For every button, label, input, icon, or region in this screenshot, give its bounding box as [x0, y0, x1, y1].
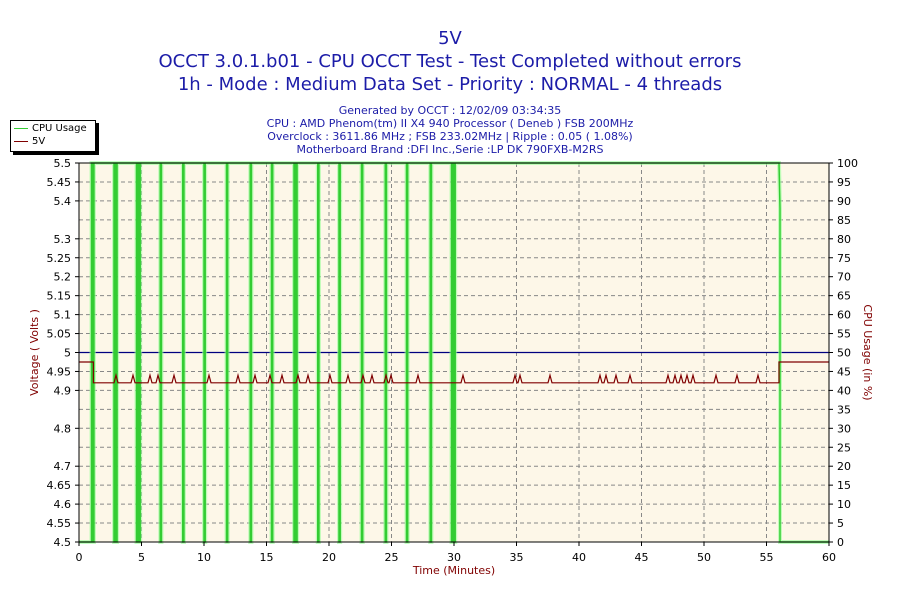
legend-swatch: [14, 141, 28, 142]
y2-tick-label: 65: [837, 290, 851, 303]
x-axis-label: Time (Minutes): [412, 564, 495, 577]
y2-tick-label: 100: [837, 157, 858, 170]
y2-tick-label: 10: [837, 498, 851, 511]
y-tick-label: 5.3: [54, 233, 72, 246]
y-axis-label: Voltage ( Volts ): [28, 309, 41, 396]
y2-tick-label: 80: [837, 233, 851, 246]
y2-tick-label: 50: [837, 347, 851, 360]
y-tick-label: 4.9: [54, 384, 72, 397]
y2-tick-label: 0: [837, 536, 844, 549]
x-tick-label: 15: [260, 551, 274, 564]
x-tick-label: 0: [76, 551, 83, 564]
x-tick-label: 20: [322, 551, 336, 564]
x-tick-label: 60: [822, 551, 836, 564]
y-tick-label: 4.7: [54, 460, 72, 473]
x-tick-label: 40: [572, 551, 586, 564]
y2-tick-label: 30: [837, 422, 851, 435]
chart-svg: 5.5 5.45 5.4 5.3 5.25 5.2 5.15 5.1 5.05 5 4.95 4.9 4…: [28, 157, 874, 577]
y2-tick-label: 5: [837, 517, 844, 530]
y2-tick-label: 15: [837, 479, 851, 492]
legend-swatch: [14, 128, 28, 129]
y-tick-label: 4.5: [54, 536, 72, 549]
y-tick-label: 5.4: [54, 195, 72, 208]
y-tick-label: 4.65: [47, 479, 72, 492]
legend-label: CPU Usage: [32, 123, 87, 134]
y-tick-label: 5.15: [47, 290, 72, 303]
y2-tick-label: 75: [837, 252, 851, 265]
y-tick-label: 4.55: [47, 517, 72, 530]
x-tick-label: 30: [447, 551, 461, 564]
x-tick-label: 5: [138, 551, 145, 564]
y-tick-label: 5.05: [47, 328, 72, 341]
x-tick-label: 45: [635, 551, 649, 564]
y2-tick-label: 40: [837, 384, 851, 397]
y2-axis-label: CPU Usage (in %): [861, 304, 874, 400]
x-tick-label: 35: [510, 551, 524, 564]
y2-tick-label: 70: [837, 271, 851, 284]
y-tick-label: 5.2: [54, 271, 72, 284]
y-tick-label: 4.6: [54, 498, 72, 511]
y-tick-label: 5.25: [47, 252, 72, 265]
y2-tick-label: 85: [837, 214, 851, 227]
y-tick-label: 5.5: [54, 157, 72, 170]
y2-tick-label: 95: [837, 176, 851, 189]
y-tick-label: 5: [64, 347, 71, 360]
x-tick-label: 10: [197, 551, 211, 564]
x-tick-label: 25: [385, 551, 399, 564]
legend: CPU Usage 5V: [10, 120, 96, 152]
y2-tick-label: 60: [837, 309, 851, 322]
y-tick-label: 4.8: [54, 422, 72, 435]
y2-tick-label: 45: [837, 365, 851, 378]
y2-tick-label: 35: [837, 403, 851, 416]
y2-tick-label: 90: [837, 195, 851, 208]
y2-tick-label: 20: [837, 460, 851, 473]
y2-tick-label: 25: [837, 441, 851, 454]
legend-item-5v: 5V: [14, 135, 92, 148]
y-tick-label: 5.1: [54, 309, 72, 322]
y-tick-label: 5.45: [47, 176, 72, 189]
legend-label: 5V: [32, 136, 46, 147]
y2-tick-label: 55: [837, 328, 851, 341]
x-tick-label: 50: [697, 551, 711, 564]
legend-item-cpu: CPU Usage: [14, 122, 92, 135]
y-tick-label: 4.95: [47, 365, 72, 378]
x-tick-label: 55: [760, 551, 774, 564]
